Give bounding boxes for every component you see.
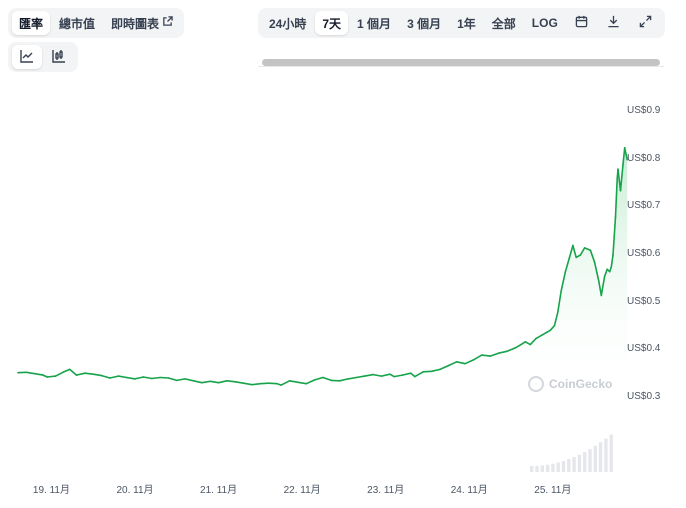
volume-bar xyxy=(588,449,592,472)
y-tick-label: US$0.9 xyxy=(627,105,661,116)
y-tick-label: US$0.4 xyxy=(627,343,661,355)
coingecko-watermark: CoinGecko xyxy=(528,376,612,392)
price-area-fill xyxy=(18,147,628,398)
y-tick-label: US$0.3 xyxy=(627,391,661,402)
volume-bar xyxy=(609,434,613,472)
volume-bar xyxy=(598,442,603,472)
volume-bar xyxy=(561,461,566,472)
price-line-segment xyxy=(226,379,237,383)
price-line-segment xyxy=(251,382,262,386)
volume-bar xyxy=(556,462,560,472)
y-tick-label: US$0.8 xyxy=(627,152,661,164)
y-tick-label: US$0.7 xyxy=(627,200,661,212)
x-tick-label: 21. 11月 xyxy=(200,485,238,496)
x-tick-label: 20. 11月 xyxy=(116,485,154,496)
price-line-segment xyxy=(150,376,161,380)
x-tick-label: 24. 11月 xyxy=(450,485,488,496)
volume-bar xyxy=(583,452,587,472)
volume-bar xyxy=(572,457,576,472)
y-tick-label: US$0.6 xyxy=(627,248,661,259)
x-tick-label: 22. 11月 xyxy=(283,485,321,496)
volume-bar xyxy=(535,465,539,472)
y-tick-label: US$0.5 xyxy=(627,295,661,307)
price-line-segment xyxy=(46,375,57,378)
coingecko-logo-icon xyxy=(528,376,544,392)
volume-bar xyxy=(540,465,544,472)
volume-bar xyxy=(545,464,550,472)
x-tick-label: 23. 11月 xyxy=(367,485,405,496)
price-line-segment xyxy=(159,376,170,379)
volume-bar xyxy=(577,454,582,472)
volume-bar xyxy=(593,445,597,472)
volume-bar xyxy=(604,438,608,472)
price-line-segment xyxy=(84,372,94,376)
x-tick-label: 25. 11月 xyxy=(534,485,572,496)
watermark-text: CoinGecko xyxy=(549,377,613,391)
x-tick-label: 19. 11月 xyxy=(32,485,70,496)
price-line-segment xyxy=(259,382,270,385)
volume-bar xyxy=(567,459,571,472)
price-line-segment xyxy=(422,370,433,373)
price-line-segment xyxy=(480,354,492,357)
volume-bar xyxy=(530,466,534,472)
volume-bar xyxy=(551,463,555,472)
price-chart xyxy=(17,147,629,472)
price-line-segment xyxy=(267,382,278,385)
